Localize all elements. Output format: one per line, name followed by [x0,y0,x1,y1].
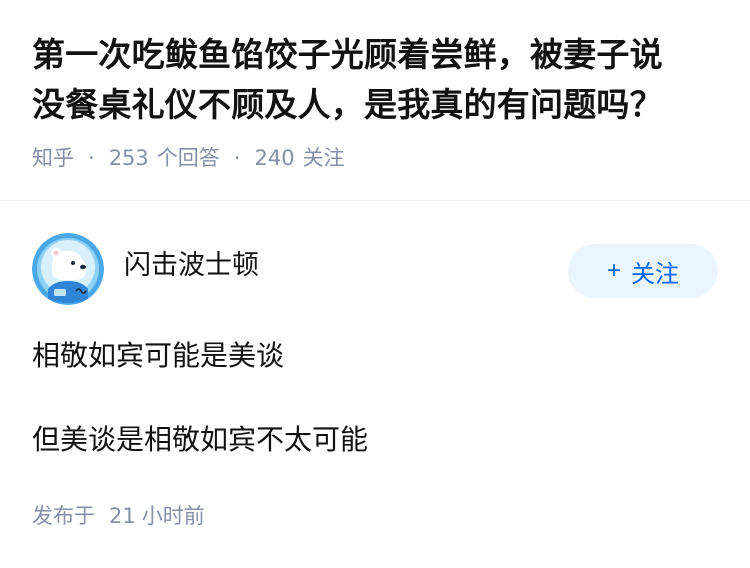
meta-separator: · [88,146,95,170]
answer-card: 闪击波士顿 + 关注 相敬如宾可能是美谈 但美谈是相敬如宾不太可能 发布于 21 小… [32,232,718,530]
question-meta: 知乎 · 253 个回答 · 240 关注 [32,144,718,172]
follow-button[interactable]: + 关注 [568,244,718,298]
avatar[interactable] [32,233,104,305]
question-header: 第一次吃鲅鱼馅饺子光顾着尝鲜，被妻子说 没餐桌礼仪不顾及人，是我真的有问题吗？ … [0,0,750,172]
answer-count-label: 个回答 [156,146,220,170]
publish-unit: 小时前 [141,504,205,528]
plus-icon: + [606,257,621,284]
meta-separator: · [233,146,241,170]
publish-prefix: 发布于 [32,504,95,528]
answer-content: 相敬如宾可能是美谈 但美谈是相敬如宾不太可能 [32,336,718,460]
follower-count[interactable]: 240 关注 [254,144,344,172]
answer-paragraph: 但美谈是相敬如宾不太可能 [32,423,369,456]
answer-count[interactable]: 253 个回答 [109,144,220,172]
follow-button-label: 关注 [631,260,679,288]
polar-bear-astronaut-avatar-icon [32,233,104,305]
section-divider [0,200,750,201]
author-name[interactable]: 闪击波士顿 [124,248,568,284]
follower-count-number: 240 [254,146,295,170]
question-title[interactable]: 第一次吃鲅鱼馅饺子光顾着尝鲜，被妻子说 没餐桌礼仪不顾及人，是我真的有问题吗？ [32,30,718,130]
publish-number: 21 [109,504,136,528]
answer-count-number: 253 [108,146,149,170]
question-title-line-1: 第一次吃鲅鱼馅饺子光顾着尝鲜，被妻子说 [32,35,663,74]
source-label[interactable]: 知乎 [32,144,74,172]
publish-time: 发布于 21 小时前 [32,502,718,530]
author-row: 闪击波士顿 + 关注 [32,232,718,306]
follower-count-label: 关注 [302,146,345,170]
question-title-line-2: 没餐桌礼仪不顾及人，是我真的有问题吗？ [32,85,663,124]
answer-paragraph: 相敬如宾可能是美谈 [32,339,285,372]
